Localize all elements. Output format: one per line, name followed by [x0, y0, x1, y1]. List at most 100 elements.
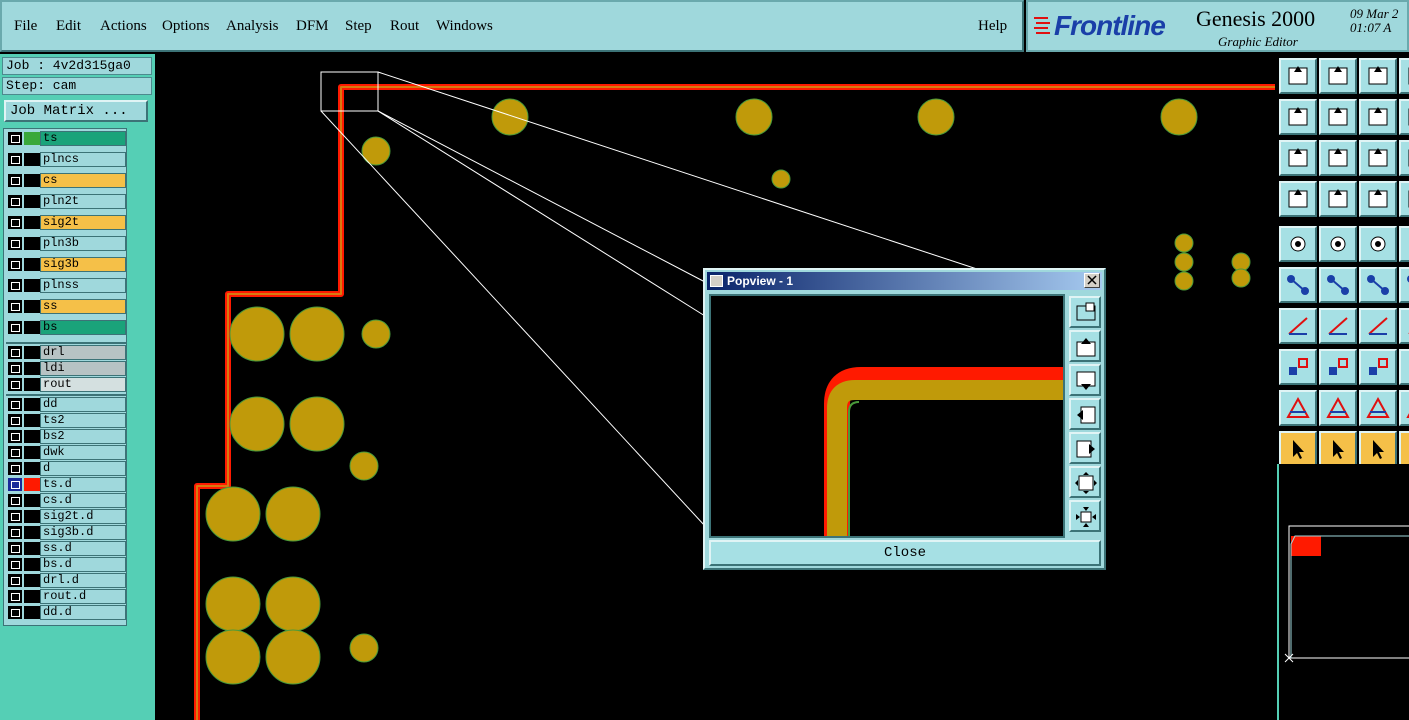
layer-label[interactable]: dwk [40, 445, 126, 460]
layer-label[interactable]: sig2t [40, 215, 126, 230]
layer-checkbox[interactable] [8, 237, 22, 250]
layer-label[interactable]: ss [40, 299, 126, 314]
layer-label[interactable]: sig2t.d [40, 509, 126, 524]
layer-checkbox[interactable] [8, 258, 22, 271]
arc-button[interactable] [1359, 308, 1397, 344]
layer-checkbox[interactable] [8, 510, 22, 523]
layer-row-pln3b[interactable]: pln3b [6, 236, 126, 251]
zoom-fit-button[interactable] [1279, 140, 1317, 176]
layer-row-ss[interactable]: ss [6, 299, 126, 314]
scale-1-2-button[interactable] [1359, 140, 1397, 176]
popview-pan-up-button[interactable] [1069, 330, 1101, 362]
home-button[interactable] [1359, 58, 1397, 94]
menu-windows[interactable]: Windows [436, 18, 493, 35]
layer-checkbox[interactable] [8, 430, 22, 443]
layer-checkbox[interactable] [8, 362, 22, 375]
layer-checkbox[interactable] [8, 478, 22, 491]
layer-label[interactable]: ts [40, 131, 126, 146]
layer-row-dd[interactable]: dd [6, 397, 126, 412]
layer-row-ss-d[interactable]: ss.d [6, 541, 126, 556]
extra5-button[interactable] [1399, 226, 1409, 262]
layer-label[interactable]: sig3b [40, 257, 126, 272]
layer-label[interactable]: plncs [40, 152, 126, 167]
layer-label[interactable]: cs [40, 173, 126, 188]
layer-row-dd-d[interactable]: dd.d [6, 605, 126, 620]
menu-analysis[interactable]: Analysis [226, 18, 279, 35]
menu-file[interactable]: File [14, 18, 37, 35]
layer-checkbox[interactable] [8, 574, 22, 587]
layer-checkbox[interactable] [8, 526, 22, 539]
pan-left-button[interactable] [1279, 99, 1317, 135]
overview-map[interactable] [1277, 464, 1409, 720]
undo-view-button[interactable] [1359, 99, 1397, 135]
triangle-button[interactable] [1279, 390, 1317, 426]
layer-label[interactable]: pln3b [40, 236, 126, 251]
layer-edit-button[interactable] [1319, 226, 1357, 262]
layer-checkbox[interactable] [8, 321, 22, 334]
layer-label[interactable]: ss.d [40, 541, 126, 556]
pad-tool-button[interactable] [1279, 349, 1317, 385]
grid-button[interactable] [1319, 181, 1357, 217]
popview-pan-down-button[interactable] [1069, 364, 1101, 396]
layer-row-pln2t[interactable]: pln2t [6, 194, 126, 209]
layer-label[interactable]: rout [40, 377, 126, 392]
layer-row-sig2t[interactable]: sig2t [6, 215, 126, 230]
layer-checkbox[interactable] [8, 590, 22, 603]
layer-checkbox[interactable] [8, 132, 22, 145]
layer-label[interactable]: ldi [40, 361, 126, 376]
job-matrix-button[interactable]: Job Matrix ... [4, 100, 148, 122]
layer-row-ts-d[interactable]: ts.d [6, 477, 126, 492]
layer-row-rout[interactable]: rout [6, 377, 126, 392]
layer-checkbox[interactable] [8, 153, 22, 166]
layer-row-ts2[interactable]: ts2 [6, 413, 126, 428]
menu-step[interactable]: Step [345, 18, 372, 35]
popview-pan-left-button[interactable] [1069, 398, 1101, 430]
layer-row-drl-d[interactable]: drl.d [6, 573, 126, 588]
layer-checkbox[interactable] [8, 446, 22, 459]
zoom-home-button[interactable] [1279, 58, 1317, 94]
menu-help[interactable]: Help [978, 18, 1007, 35]
close-icon[interactable] [1084, 273, 1100, 288]
layer-row-cs-d[interactable]: cs.d [6, 493, 126, 508]
popview-titlebar[interactable]: Popview - 1 [707, 272, 1102, 290]
pan-up-button[interactable] [1319, 58, 1357, 94]
extra2-button[interactable] [1399, 99, 1409, 135]
pan-right-button[interactable] [1319, 99, 1357, 135]
select-feature-button[interactable] [1279, 226, 1317, 262]
layer-checkbox[interactable] [8, 279, 22, 292]
layer-checkbox[interactable] [8, 558, 22, 571]
layer-label[interactable]: pln2t [40, 194, 126, 209]
popview-zoom-out-button[interactable] [1069, 466, 1101, 498]
layer-checkbox[interactable] [8, 300, 22, 313]
extra10-button[interactable] [1399, 431, 1409, 467]
line-edit-button[interactable] [1319, 308, 1357, 344]
layer-checkbox[interactable] [8, 346, 22, 359]
popview-zoom-in-button[interactable] [1069, 500, 1101, 532]
extra7-button[interactable] [1399, 308, 1409, 344]
extra6-button[interactable] [1399, 267, 1409, 303]
layer-row-sig3b-d[interactable]: sig3b.d [6, 525, 126, 540]
layer-row-cs[interactable]: cs [6, 173, 126, 188]
layer-label[interactable]: rout.d [40, 589, 126, 604]
layer-label[interactable]: ts.d [40, 477, 126, 492]
layer-row-sig2t-d[interactable]: sig2t.d [6, 509, 126, 524]
split-button[interactable] [1319, 349, 1357, 385]
connect-button[interactable] [1279, 267, 1317, 303]
menu-edit[interactable]: Edit [56, 18, 81, 35]
menu-rout[interactable]: Rout [390, 18, 419, 35]
popview-pan-right-button[interactable] [1069, 432, 1101, 464]
layer-checkbox[interactable] [8, 462, 22, 475]
layer-checkbox[interactable] [8, 195, 22, 208]
cross-button[interactable] [1319, 267, 1357, 303]
layer-label[interactable]: d [40, 461, 126, 476]
layer-checkbox[interactable] [8, 216, 22, 229]
popview-zoomed-view[interactable] [709, 294, 1065, 538]
extra3-button[interactable] [1399, 140, 1409, 176]
layer-row-bs[interactable]: bs [6, 320, 126, 335]
menu-dfm[interactable]: DFM [296, 18, 329, 35]
layer-label[interactable]: cs.d [40, 493, 126, 508]
layer-label[interactable]: bs2 [40, 429, 126, 444]
menu-actions[interactable]: Actions [100, 18, 147, 35]
layer-row-bs2[interactable]: bs2 [6, 429, 126, 444]
layer-row-sig3b[interactable]: sig3b [6, 257, 126, 272]
